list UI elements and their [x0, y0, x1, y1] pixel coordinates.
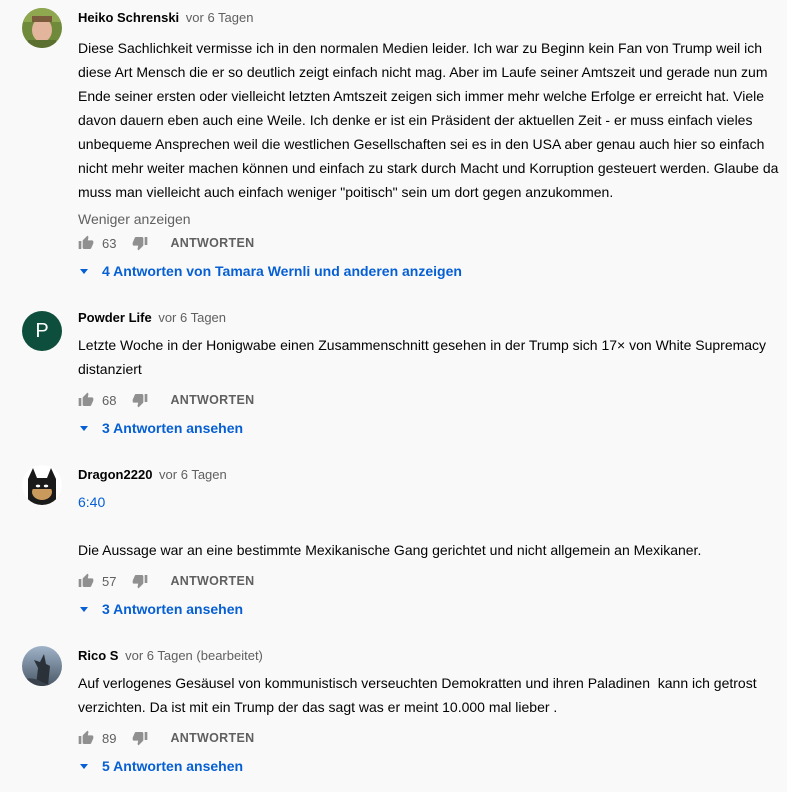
reply-button[interactable]: ANTWORTEN — [170, 393, 254, 407]
avatar-letter: P — [35, 319, 49, 342]
reply-button[interactable]: ANTWORTEN — [170, 236, 254, 250]
comment-text: Letzte Woche in der Honigwabe einen Zusa… — [78, 333, 781, 381]
author-name[interactable]: Rico S — [78, 648, 118, 663]
view-replies-button[interactable]: 5 Antworten ansehen — [78, 756, 243, 776]
like-count: 68 — [102, 392, 117, 408]
thumb-up-icon[interactable] — [78, 235, 94, 251]
comment-header: Dragon2220 vor 6 Tagen — [78, 466, 781, 484]
author-name[interactable]: Heiko Schrenski — [78, 10, 179, 25]
thumb-up-icon[interactable] — [78, 730, 94, 746]
reply-button[interactable]: ANTWORTEN — [170, 574, 254, 588]
comment-time[interactable]: vor 6 Tagen (bearbeitet) — [125, 648, 263, 663]
view-replies-button[interactable]: 3 Antworten ansehen — [78, 599, 243, 619]
view-replies-label: 3 Antworten ansehen — [102, 601, 244, 617]
caret-down-icon — [80, 268, 88, 274]
thumb-down-icon[interactable] — [132, 392, 148, 408]
like-count: 89 — [102, 730, 117, 746]
caret-down-icon — [80, 763, 88, 769]
avatar[interactable] — [22, 646, 62, 686]
comment-time[interactable]: vor 6 Tagen — [158, 310, 226, 325]
show-less-button[interactable]: Weniger anzeigen — [78, 209, 781, 229]
comment-body: Diese Sachlichkeit vermisse ich in den n… — [78, 40, 779, 200]
like-count: 57 — [102, 573, 117, 589]
view-replies-button[interactable]: 4 Antworten von Tamara Wernli und andere… — [78, 261, 462, 281]
like-count: 63 — [102, 235, 117, 251]
author-name[interactable]: Dragon2220 — [78, 467, 152, 482]
comment-header: Powder Life vor 6 Tagen — [78, 309, 781, 327]
thumb-down-icon[interactable] — [132, 730, 148, 746]
view-replies-label: 3 Antworten ansehen — [102, 420, 244, 436]
thumb-up-icon[interactable] — [78, 573, 94, 589]
comment-text: Auf verlogenes Gesäusel von kommunistisc… — [78, 671, 781, 719]
comment-body: Die Aussage war an eine bestimmte Mexika… — [78, 542, 702, 558]
comment-time[interactable]: vor 6 Tagen — [159, 467, 227, 482]
comment-actions: 63 ANTWORTEN — [78, 233, 254, 253]
comment-header: Rico S vor 6 Tagen (bearbeitet) — [78, 647, 781, 665]
view-replies-label: 4 Antworten von Tamara Wernli und andere… — [102, 263, 462, 279]
comment-text: 6:40 Die Aussage war an eine bestimmte M… — [78, 490, 781, 562]
view-replies-button[interactable]: 3 Antworten ansehen — [78, 418, 243, 438]
avatar[interactable] — [22, 8, 62, 48]
caret-down-icon — [80, 606, 88, 612]
comment-actions: 89 ANTWORTEN — [78, 728, 254, 748]
thumb-up-icon[interactable] — [78, 392, 94, 408]
comment-time[interactable]: vor 6 Tagen — [186, 10, 254, 25]
comment-header: Heiko Schrenski vor 6 Tagen — [78, 9, 781, 27]
comment-text: Diese Sachlichkeit vermisse ich in den n… — [78, 36, 781, 204]
thumb-down-icon[interactable] — [132, 573, 148, 589]
comment-actions: 57 ANTWORTEN — [78, 571, 254, 591]
reply-button[interactable]: ANTWORTEN — [170, 731, 254, 745]
avatar[interactable] — [22, 465, 62, 505]
caret-down-icon — [80, 425, 88, 431]
comment-body: Auf verlogenes Gesäusel von kommunistisc… — [78, 675, 761, 715]
view-replies-label: 5 Antworten ansehen — [102, 758, 244, 774]
comment-body: Letzte Woche in der Honigwabe einen Zusa… — [78, 337, 767, 377]
comment-actions: 68 ANTWORTEN — [78, 390, 254, 410]
timestamp-link[interactable]: 6:40 — [78, 490, 781, 514]
author-name[interactable]: Powder Life — [78, 310, 152, 325]
avatar[interactable]: P — [22, 311, 62, 351]
thumb-down-icon[interactable] — [132, 235, 148, 251]
